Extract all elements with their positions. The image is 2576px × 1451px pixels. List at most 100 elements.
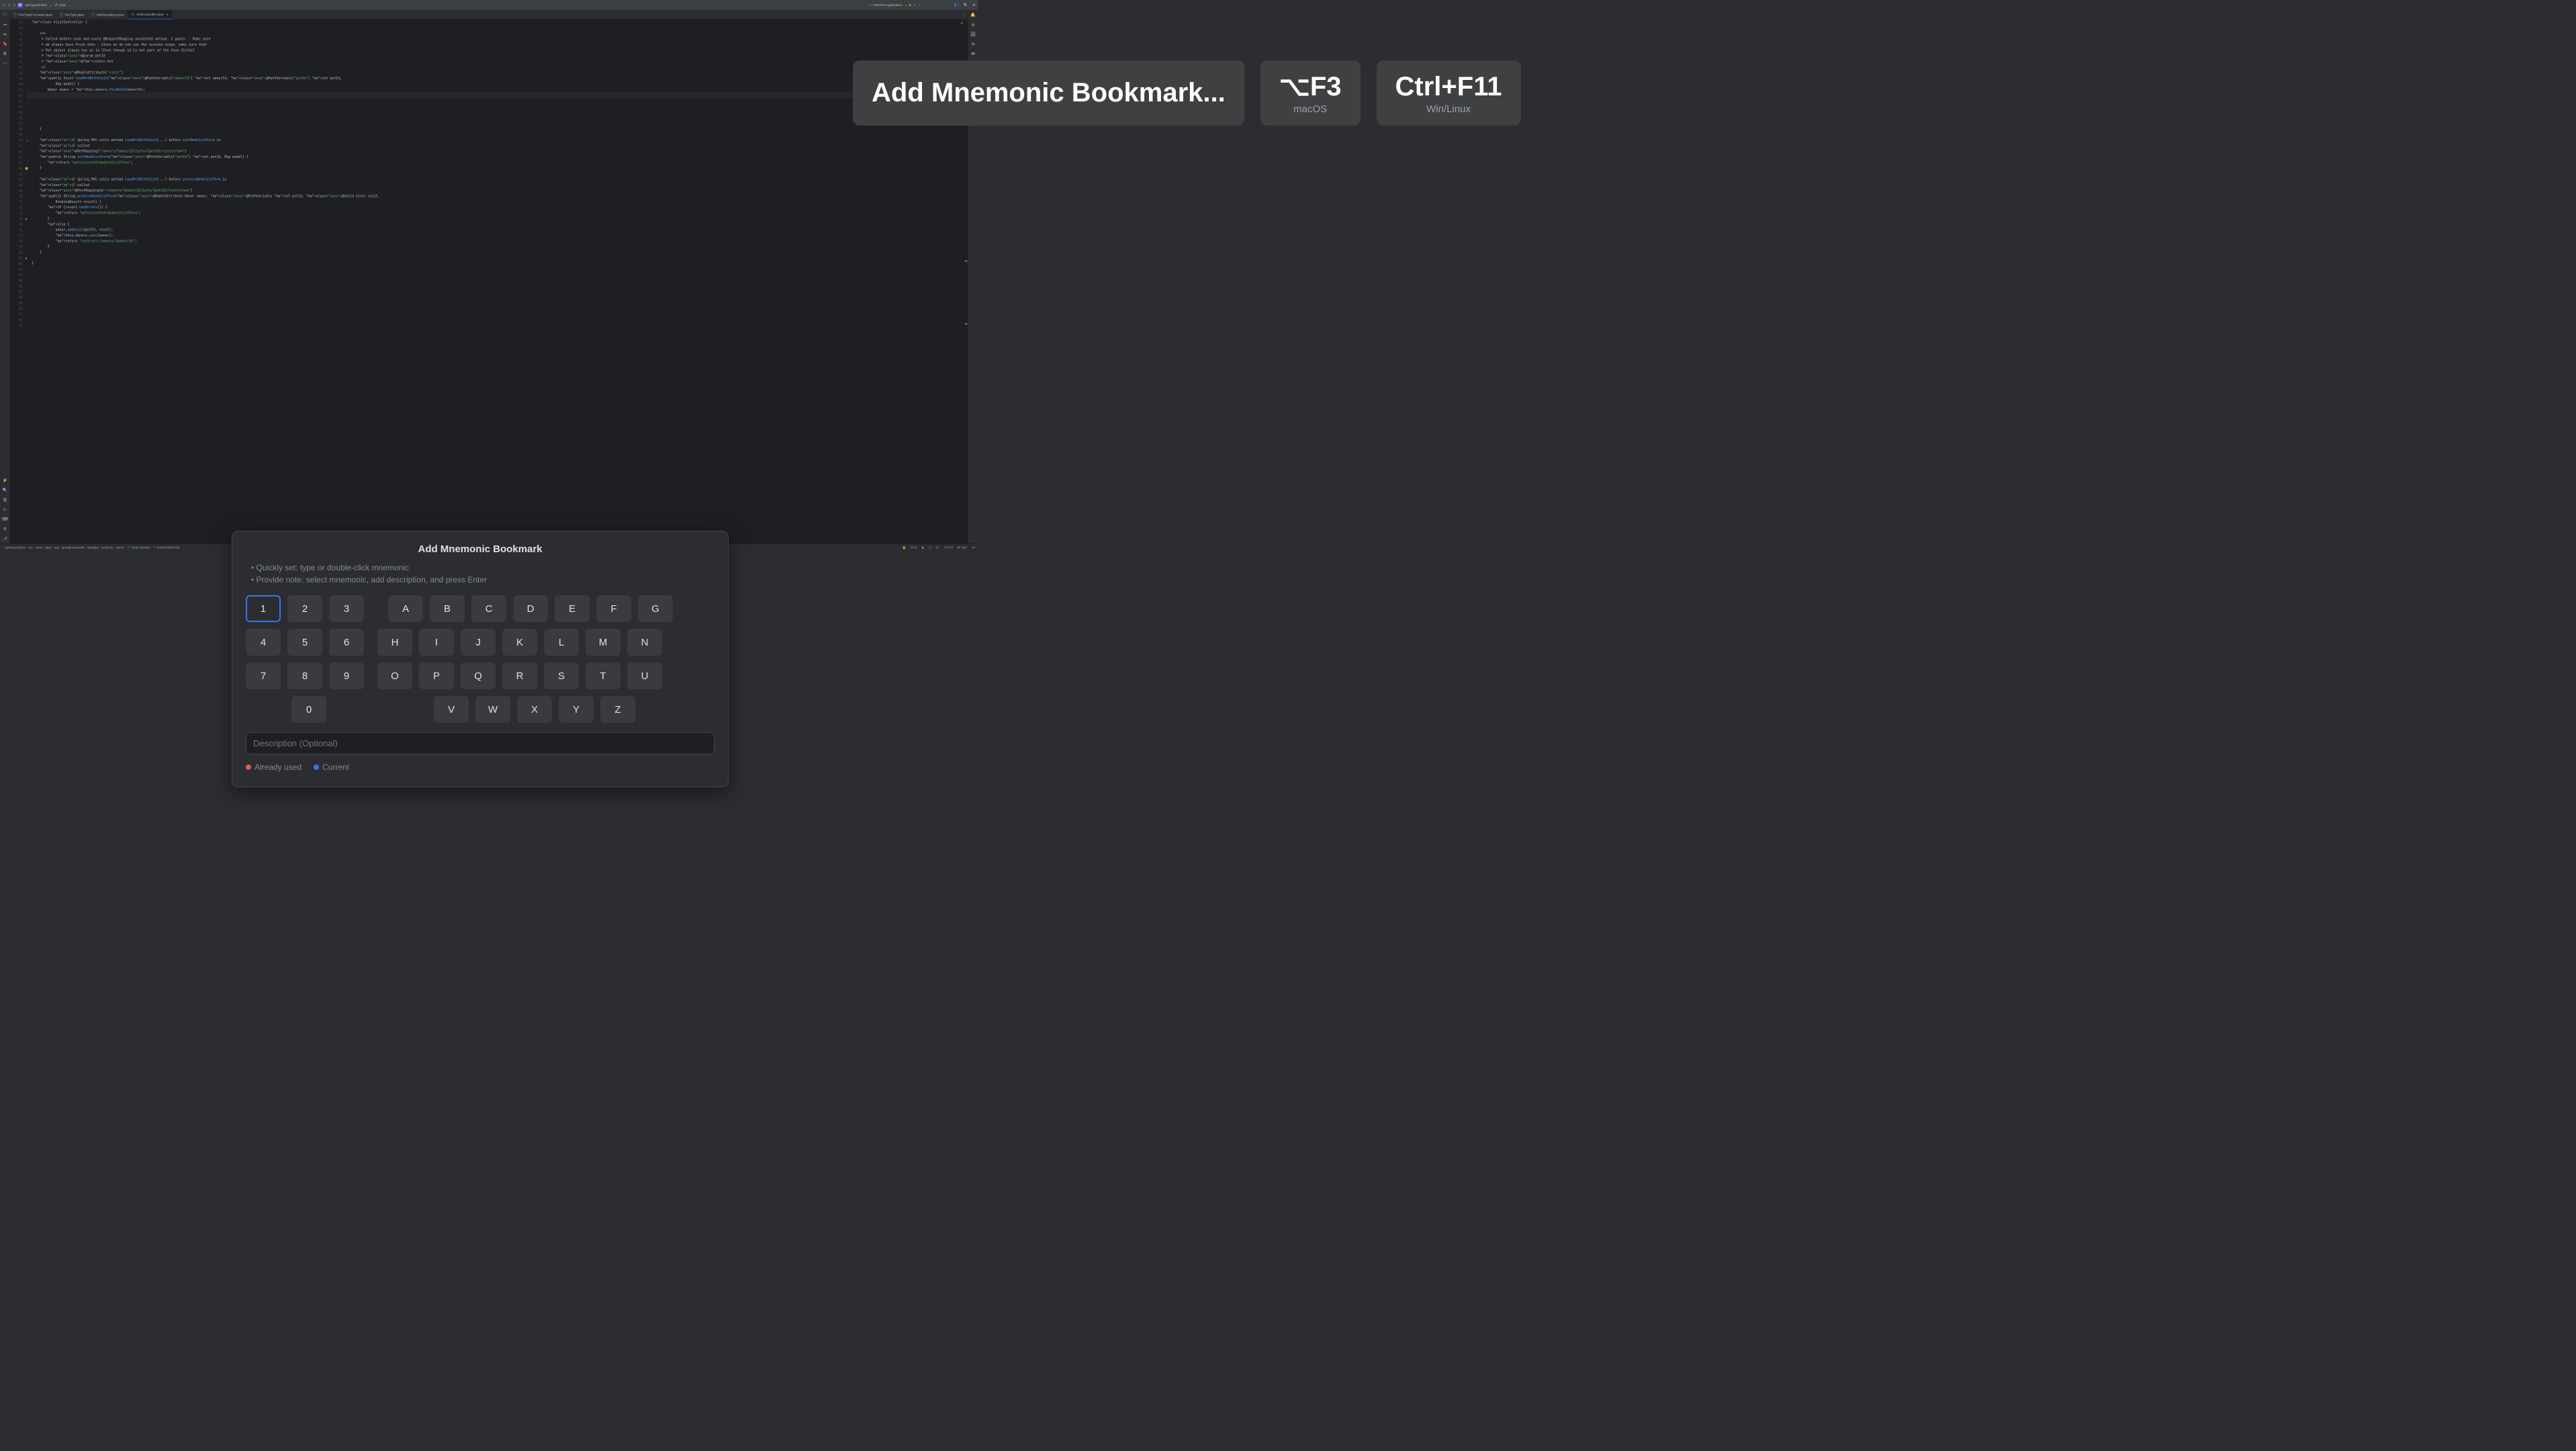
- mnemonic-key-Y[interactable]: Y: [559, 696, 594, 723]
- tab-pettype[interactable]: PetType.java: [56, 10, 87, 19]
- lock-icon[interactable]: 🔓: [903, 545, 907, 549]
- structure-tool-icon[interactable]: ⧉: [3, 51, 8, 56]
- project-badge: SP: [18, 3, 23, 7]
- services-tool-icon[interactable]: ▷: [3, 507, 8, 512]
- mnemonic-key-9[interactable]: 9: [329, 662, 364, 689]
- find-tool-icon[interactable]: 🔍: [3, 488, 8, 493]
- ai-assistant-icon[interactable]: ◎: [970, 22, 976, 28]
- tab-label: VisitController.java: [136, 13, 164, 17]
- breadcrumb-segment[interactable]: java: [46, 546, 51, 549]
- mnemonic-key-X[interactable]: X: [517, 696, 552, 723]
- vcs-tool-icon[interactable]: ⎇: [3, 536, 8, 541]
- breadcrumb-segment[interactable]: main: [36, 546, 42, 549]
- mnemonic-key-5[interactable]: 5: [287, 629, 322, 656]
- mnemonic-key-W[interactable]: W: [475, 696, 510, 723]
- mnemonic-key-S[interactable]: S: [544, 662, 579, 689]
- mnemonic-key-3[interactable]: 3: [329, 595, 364, 622]
- problems-tool-icon[interactable]: ⊘: [3, 526, 8, 531]
- mnemonic-key-2[interactable]: 2: [287, 595, 322, 622]
- breadcrumb-segment[interactable]: org: [54, 546, 59, 549]
- mnemonic-key-K[interactable]: K: [502, 629, 537, 656]
- notifications-icon[interactable]: 🔔: [970, 12, 976, 17]
- window-controls[interactable]: [3, 3, 16, 7]
- breadcrumb-segment[interactable]: samples: [87, 546, 99, 549]
- caret-position[interactable]: 63:9: [911, 545, 917, 549]
- maximize-window[interactable]: [13, 3, 16, 7]
- mnemonic-key-V[interactable]: V: [434, 696, 469, 723]
- minimize-window[interactable]: [7, 3, 11, 7]
- vcs-branch[interactable]: main: [54, 3, 71, 7]
- mnemonic-key-J[interactable]: J: [461, 629, 496, 656]
- mnemonic-key-R[interactable]: R: [502, 662, 537, 689]
- commit-tool-icon[interactable]: ⊶: [3, 22, 8, 28]
- code-with-me-icon[interactable]: 👤⁺: [954, 3, 960, 7]
- maven-tool-icon[interactable]: m: [970, 51, 976, 56]
- reader-mode-icon[interactable]: 👓: [972, 545, 976, 549]
- more-run-options[interactable]: [918, 3, 921, 7]
- mnemonic-key-L[interactable]: L: [544, 629, 579, 656]
- mnemonic-key-I[interactable]: I: [419, 629, 454, 656]
- banner-win: Ctrl+F11 Win/Linux: [1377, 60, 1521, 126]
- tab-pettypeformatter[interactable]: PetTypeFormatter.java: [10, 10, 56, 19]
- mnemonic-key-Z[interactable]: Z: [600, 696, 635, 723]
- breadcrumb-segment[interactable]: ⓜ loadPetWithVisit: [153, 546, 179, 549]
- mnemonic-key-B[interactable]: B: [430, 595, 465, 622]
- mnemonic-key-C[interactable]: C: [471, 595, 506, 622]
- banner-win-label: Win/Linux: [1426, 103, 1471, 115]
- mnemonic-key-F[interactable]: F: [596, 595, 631, 622]
- run-tool-icon[interactable]: ▤: [3, 497, 8, 502]
- mnemonic-key-N[interactable]: N: [627, 629, 662, 656]
- tab-visitcontroller[interactable]: VisitController.java×: [128, 10, 172, 19]
- mnemonic-key-P[interactable]: P: [419, 662, 454, 689]
- mnemonic-key-D[interactable]: D: [513, 595, 548, 622]
- endpoints-icon[interactable]: ⇆: [970, 42, 976, 47]
- legend-already-used: Already used: [246, 762, 302, 772]
- breadcrumb-segment[interactable]: spring-petclinic: [5, 546, 26, 549]
- mnemonic-key-0[interactable]: 0: [291, 696, 326, 723]
- settings-icon[interactable]: ⚙: [972, 3, 975, 7]
- tab-vetrepository[interactable]: VetRepository.java: [88, 10, 128, 19]
- highlight-icon[interactable]: ◉: [921, 545, 924, 549]
- debug-button[interactable]: ⌖: [914, 3, 916, 7]
- bookmark-description-input[interactable]: [246, 732, 715, 754]
- breadcrumb-segment[interactable]: petclinic: [102, 546, 113, 549]
- breadcrumb-segment[interactable]: owner: [116, 546, 124, 549]
- build-tool-icon[interactable]: ⚡: [3, 478, 8, 483]
- mnemonic-key-Q[interactable]: Q: [461, 662, 496, 689]
- mnemonic-key-G[interactable]: G: [638, 595, 673, 622]
- breadcrumb-segment[interactable]: Ⓒ VisitController: [128, 546, 150, 549]
- breadcrumbs[interactable]: spring-petclinicsrcmainjavaorgspringfram…: [5, 545, 179, 549]
- run-button[interactable]: ▶: [909, 3, 912, 7]
- mnemonic-key-H[interactable]: H: [377, 629, 412, 656]
- project-tool-icon[interactable]: 🗀: [3, 12, 8, 17]
- code-editor[interactable]: ⚠ 39404142434445464748495051525354555657…: [10, 19, 968, 544]
- line-separator[interactable]: LF: [936, 545, 939, 549]
- mnemonic-key-1[interactable]: 1: [246, 595, 281, 622]
- mnemonic-key-O[interactable]: O: [377, 662, 412, 689]
- indent-indicator[interactable]: ⇄Tab*: [958, 545, 967, 549]
- mnemonic-key-8[interactable]: 8: [287, 662, 322, 689]
- pull-requests-icon[interactable]: ⇋: [3, 32, 8, 37]
- mnemonic-key-7[interactable]: 7: [246, 662, 281, 689]
- mnemonic-key-6[interactable]: 6: [329, 629, 364, 656]
- mnemonic-key-4[interactable]: 4: [246, 629, 281, 656]
- mnemonic-key-A[interactable]: A: [388, 595, 423, 622]
- code-content[interactable]: "kw">class VisitController { /** * Calle…: [27, 19, 968, 544]
- bookmarks-tool-icon[interactable]: 🔖: [3, 42, 8, 47]
- search-everywhere-icon[interactable]: 🔍: [964, 3, 968, 7]
- mnemonic-key-E[interactable]: E: [555, 595, 590, 622]
- tab-options-icon[interactable]: [962, 13, 966, 17]
- more-tools-icon[interactable]: ⋯: [3, 60, 8, 66]
- terminal-tool-icon[interactable]: ⌨: [3, 517, 8, 522]
- database-tool-icon[interactable]: 🗄: [970, 32, 976, 37]
- readonly-toggle-icon[interactable]: ☐: [929, 545, 931, 549]
- file-encoding[interactable]: UTF-8: [944, 545, 953, 549]
- close-tab-icon[interactable]: ×: [166, 12, 168, 16]
- run-config-selector[interactable]: ↻ PetClinicApplication: [869, 3, 907, 7]
- mnemonic-key-M[interactable]: M: [586, 629, 620, 656]
- project-selector[interactable]: SP spring-petclinic: [18, 3, 52, 7]
- mnemonic-key-U[interactable]: U: [627, 662, 662, 689]
- breadcrumb-segment[interactable]: springframework: [62, 546, 85, 549]
- close-window[interactable]: [3, 3, 6, 7]
- mnemonic-key-T[interactable]: T: [586, 662, 620, 689]
